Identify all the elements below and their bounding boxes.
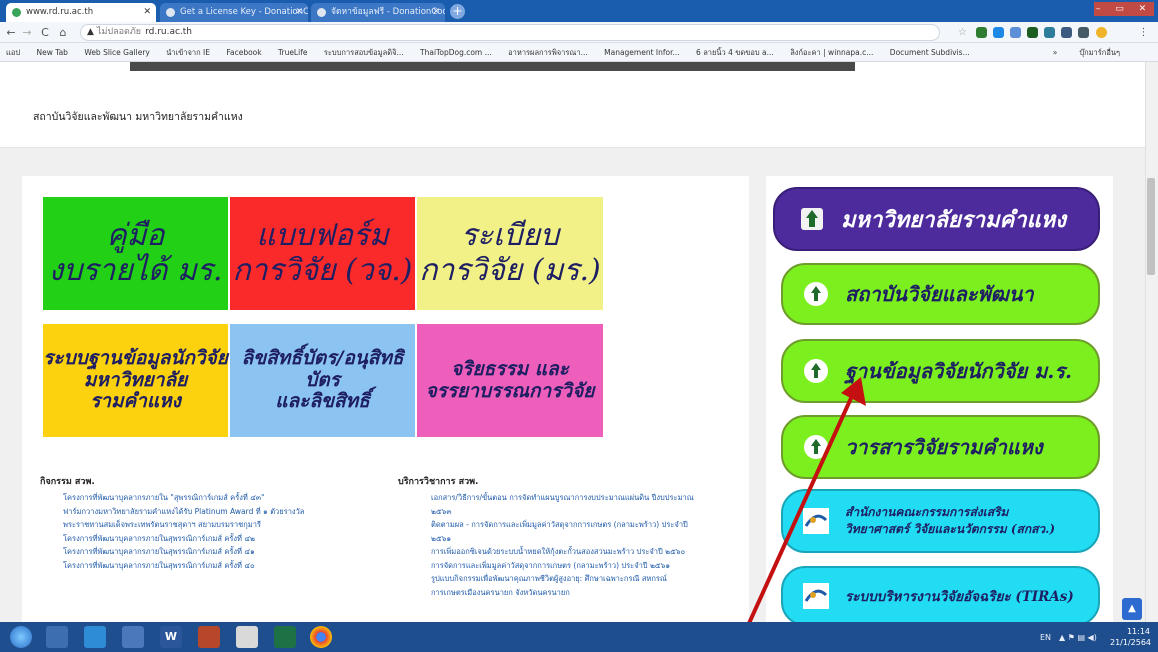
system-tray-icons[interactable]: EN ▲ ⚑ ▤ ◀) (1040, 633, 1097, 642)
tab-donationcoder-license[interactable]: Get a License Key - DonationCoder ✕ (160, 3, 308, 22)
service-link[interactable]: ๒๕๖๓ (431, 505, 751, 519)
site-favicon-icon (12, 8, 21, 17)
bookmark-star-icon[interactable]: ☆ (958, 27, 969, 38)
extension-icon[interactable] (993, 27, 1004, 38)
chrome-icon[interactable] (310, 626, 332, 648)
word-icon[interactable]: W (160, 626, 182, 648)
activity-link[interactable]: โครงการที่พัฒนาบุคลากรภายในสุพรรณิการ์เก… (63, 559, 304, 573)
donationcoder-favicon-icon (317, 8, 326, 17)
forward-arrow-icon[interactable]: → (20, 25, 34, 40)
bookmark-item[interactable]: 6 ลายนิ้ว 4 ขดขอบ a... (696, 48, 774, 57)
university-seal-icon (804, 359, 828, 383)
services-heading: บริการวิชาการ สวพ. (398, 477, 479, 487)
bookmark-item[interactable]: ThaiTopDog.com ... (420, 48, 492, 57)
bookmark-item[interactable]: TrueLife (278, 48, 307, 57)
bookmark-item[interactable]: Document Subdivis... (890, 48, 970, 57)
home-icon[interactable]: ⌂ (56, 25, 70, 40)
puzzle-icon[interactable] (1078, 27, 1089, 38)
bookmark-item[interactable]: Web Slice Gallery (84, 48, 150, 57)
extension-icon[interactable] (1027, 27, 1038, 38)
new-tab-button[interactable]: + (450, 4, 465, 19)
services-list: เอกสาร/วิธีการ/ขั้นตอน การจัดทำแผนบูรณาก… (431, 491, 751, 599)
taskbar-clock[interactable]: 11:14 21/1/2564 (1110, 626, 1151, 648)
header-banner-strip (0, 62, 1145, 74)
service-link[interactable]: การเพิ่มออกซิเจนด้วยระบบน้ำหยดให้กุ้งตะก… (431, 545, 751, 559)
university-seal-icon (804, 435, 828, 459)
tiras-system-button[interactable]: ระบบบริหารงานวิจัยอัจฉริยะ (TIRAs) (781, 566, 1100, 626)
window-controls[interactable]: – ▭ ✕ (1094, 2, 1154, 16)
pdf-reader-icon[interactable] (236, 626, 258, 648)
university-seal-icon (801, 208, 823, 230)
folder-icon[interactable] (122, 626, 144, 648)
close-tab-icon[interactable]: ✕ (143, 3, 151, 22)
tab-title: www.rd.ru.ac.th (26, 7, 94, 17)
vertical-scrollbar[interactable] (1145, 62, 1158, 622)
powerpoint-icon[interactable] (198, 626, 220, 648)
activity-link[interactable]: โครงการที่พัฒนาบุคลากรภายใน "สุพรรณิการ์… (63, 491, 304, 505)
extension-icon[interactable] (1061, 27, 1072, 38)
bookmarks-bar: แอป New Tab Web Slice Gallery นำเข้าจาก … (0, 43, 1158, 62)
excel-icon[interactable] (274, 626, 296, 648)
extension-icon[interactable] (1044, 27, 1055, 38)
close-tab-icon[interactable]: ✕ (432, 3, 440, 22)
other-bookmarks[interactable]: » บุ๊กมาร์กอื่นๆ (1053, 43, 1134, 61)
service-link[interactable]: ๒๕๖๑ (431, 532, 751, 546)
close-tab-icon[interactable]: ✕ (295, 3, 303, 22)
activity-link[interactable]: พระราชทานสมเด็จพระเทพรัตนราชสุดาฯ สยามบร… (63, 518, 304, 532)
tab-title: Get a License Key - DonationCoder (180, 7, 308, 17)
research-ethics-button[interactable]: จริยธรรม และ จรรยาบรรณการวิจัย (417, 324, 603, 437)
university-seal-icon (804, 282, 828, 306)
bookmark-item[interactable]: อาหารผลการพิจารณา... (508, 48, 588, 57)
extension-icon[interactable] (976, 27, 987, 38)
bookmark-item[interactable]: Facebook (226, 48, 261, 57)
bookmark-item[interactable]: ระบบการสอบข้อมูลดิจิ... (324, 48, 404, 57)
tab-title: จัดหาข้อมูลฟรี - DonationCoder (331, 7, 445, 17)
url-text: rd.ru.ac.th (145, 27, 193, 37)
ramkhamhaeng-university-button[interactable]: มหาวิทยาลัยรามคำแหง (773, 187, 1100, 251)
tsri-office-button[interactable]: สำนักงานคณะกรรมการส่งเสริม วิทยาศาสตร์ วิ… (781, 489, 1100, 553)
tsri-logo-icon (803, 508, 829, 534)
patents-copyrights-button[interactable]: ลิขสิทธิ์บัตร/อนุสิทธิบัตร และลิขสิทธิ์ (230, 324, 415, 437)
activity-link[interactable]: โครงการที่พัฒนาบุคลากรภายในสุพรรณิการ์เก… (63, 545, 304, 559)
bookmark-item[interactable]: Management Infor... (604, 48, 680, 57)
warning-icon: ▲ (87, 27, 94, 37)
scrollbar-thumb[interactable] (1147, 178, 1155, 275)
income-budget-manual-button[interactable]: คู่มือ งบรายได้ มร. (43, 197, 228, 310)
researcher-database-button[interactable]: ระบบฐานข้อมูลนักวิจัย มหาวิทยาลัยรามคำแหง (43, 324, 228, 437)
donationcoder-favicon-icon (166, 8, 175, 17)
research-institute-button[interactable]: สถาบันวิจัยและพัฒนา (781, 263, 1100, 325)
tab-donationcoder-thai[interactable]: จัดหาข้อมูลฟรี - DonationCoder ✕ (311, 3, 445, 22)
bookmark-item[interactable]: แอป (6, 48, 20, 57)
profile-avatar-icon[interactable] (1096, 27, 1107, 38)
extension-icon[interactable] (1010, 27, 1021, 38)
reload-icon[interactable]: C (38, 25, 52, 40)
ie-icon[interactable] (84, 626, 106, 648)
tab-rd-ru-ac-th[interactable]: www.rd.ru.ac.th ✕ (6, 3, 156, 22)
activity-link[interactable]: ฟาร์มกวางมหาวิทยาลัยรามคำแหงได้รับ Plati… (63, 505, 304, 519)
service-link[interactable]: รูปแบบกิจกรรมเพื่อพัฒนาคุณภาพชีวิตผู้สูง… (431, 572, 751, 586)
researcher-database-link-button[interactable]: ฐานข้อมูลวิจัยนักวิจัย ม.ร. (781, 339, 1100, 403)
menu-kebab-icon[interactable]: ⋮ (1138, 27, 1149, 38)
research-regulations-button[interactable]: ระเบียบ การวิจัย (มร.) (417, 197, 603, 310)
bookmark-item[interactable]: New Tab (37, 48, 68, 57)
service-link[interactable]: ติดตามผล - การจัดการและเพิ่มมูลค่าวัสดุจ… (431, 518, 751, 532)
bookmark-item[interactable]: ลิงก์อะคา | winnapa.c... (790, 48, 873, 57)
service-link[interactable]: เอกสาร/วิธีการ/ขั้นตอน การจัดทำแผนบูรณาก… (431, 491, 751, 505)
activities-list: โครงการที่พัฒนาบุคลากรภายใน "สุพรรณิการ์… (63, 491, 304, 572)
scroll-to-top-button[interactable]: ▲ (1122, 598, 1142, 620)
research-journal-button[interactable]: วารสารวิจัยรามคำแหง (781, 415, 1100, 479)
start-button-icon[interactable] (10, 626, 32, 648)
tsri-logo-icon (803, 583, 829, 609)
back-arrow-icon[interactable]: ← (4, 25, 18, 40)
research-forms-button[interactable]: แบบฟอร์ม การวิจัย (วจ.) (230, 197, 415, 310)
bookmark-item[interactable]: นำเข้าจาก IE (166, 48, 210, 57)
url-input[interactable]: ▲ ไม่ปลอดภัย rd.ru.ac.th (80, 24, 940, 41)
not-secure-label: ไม่ปลอดภัย (96, 27, 142, 37)
service-link[interactable]: การเกษตรเมืองนครนายก จังหวัดนครนายก (431, 586, 751, 600)
site-title: สถาบันวิจัยและพัฒนา มหาวิทยาลัยรามคำแหง (33, 111, 243, 123)
explorer-icon[interactable] (46, 626, 68, 648)
activity-link[interactable]: โครงการที่พัฒนาบุคลากรภายในสุพรรณิการ์เก… (63, 532, 304, 546)
service-link[interactable]: การจัดการและเพิ่มมูลค่าวัสดุจากการเกษตร … (431, 559, 751, 573)
activities-heading: กิจกรรม สวพ. (40, 477, 95, 487)
